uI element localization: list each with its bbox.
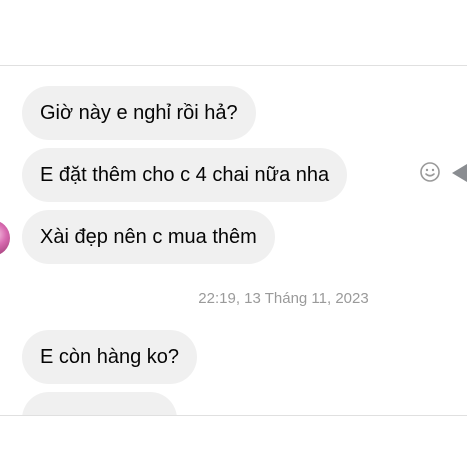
message-timestamp: 22:19, 13 Tháng 11, 2023 <box>198 290 369 307</box>
message-bubble[interactable]: E đặt thêm cho c 4 chai nữa nha <box>22 148 348 202</box>
arrow-left-icon[interactable] <box>452 164 467 182</box>
chat-panel: Giờ này e nghỉ rồi hả? E đặt thêm cho c … <box>0 65 467 416</box>
message-bubble[interactable]: Xài đẹp nên c mua thêm <box>22 210 275 264</box>
message-text: E còn hàng ko? <box>40 346 179 368</box>
message-text: Xài đẹp nên c mua thêm <box>40 226 257 248</box>
message-bubble[interactable]: E còn hàng ko? <box>22 330 197 384</box>
message-text: E đặt thêm cho c 4 chai nữa nha <box>40 164 330 186</box>
message-bubble-partial[interactable] <box>22 392 177 415</box>
message-bubble[interactable]: Giờ này e nghỉ rồi hả? <box>22 86 256 140</box>
avatar[interactable] <box>0 220 10 256</box>
smiley-face-icon[interactable] <box>420 162 440 182</box>
message-text: Giờ này e nghỉ rồi hả? <box>40 102 238 124</box>
